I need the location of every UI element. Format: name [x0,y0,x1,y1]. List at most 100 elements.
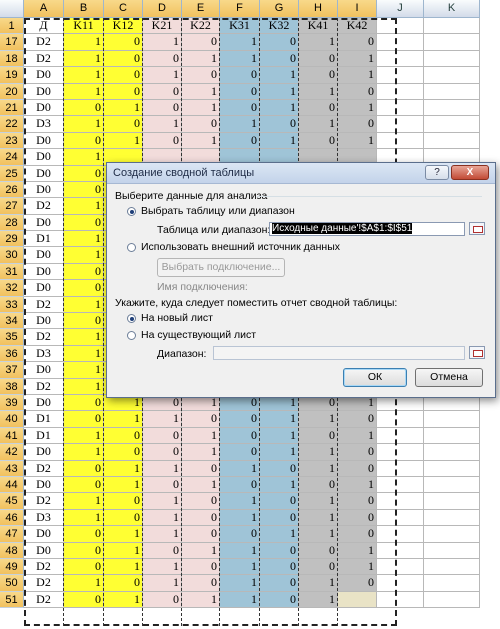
table-cell[interactable]: 0 [299,558,338,576]
table-cell[interactable]: D3 [24,509,64,527]
table-cell[interactable]: D0 [24,362,64,379]
table-cell[interactable]: D0 [24,476,64,494]
radio-select-table[interactable] [127,207,136,216]
table-cell[interactable] [377,476,424,494]
table-cell[interactable] [377,509,424,527]
table-cell[interactable]: 0 [64,476,104,494]
table-cell[interactable]: 1 [104,558,143,576]
table-cell[interactable] [377,83,424,100]
table-cell[interactable]: 1 [220,558,260,576]
table-cell[interactable]: 1 [104,591,143,609]
table-cell[interactable]: 0 [143,427,182,445]
table-cell[interactable]: D0 [24,132,64,150]
table-cell[interactable]: D0 [24,83,64,100]
column-header-a[interactable]: A [24,0,64,18]
table-cell[interactable]: 0 [143,132,182,150]
table-cell[interactable]: 0 [104,575,143,592]
range-picker-icon[interactable] [469,222,485,235]
table-cell[interactable]: 1 [220,591,260,609]
table-cell[interactable]: 1 [220,50,260,68]
radio-external-source[interactable] [127,243,136,252]
header-cell[interactable]: K21 [143,18,182,35]
table-cell[interactable]: 0 [299,132,338,150]
table-cell[interactable]: D2 [24,329,64,346]
radio-external-source-label[interactable]: Использовать внешний источник данных [141,241,340,253]
ok-button[interactable]: ОК [343,368,407,387]
table-cell[interactable]: 0 [64,394,104,412]
table-cell[interactable] [377,444,424,461]
table-cell[interactable]: D0 [24,444,64,461]
table-cell[interactable]: D2 [24,558,64,576]
table-cell[interactable]: 1 [64,362,104,379]
table-cell[interactable]: 0 [143,476,182,494]
table-cell[interactable]: 1 [64,149,104,166]
table-cell[interactable]: 1 [299,116,338,133]
row-header[interactable]: 34 [0,313,24,330]
table-cell[interactable]: 1 [299,444,338,461]
table-cell[interactable]: 0 [260,591,299,609]
table-cell[interactable]: 1 [338,67,377,84]
table-cell[interactable]: 1 [64,34,104,51]
table-cell[interactable]: 0 [220,444,260,461]
table-cell[interactable]: 0 [220,411,260,428]
header-cell[interactable]: K31 [220,18,260,35]
table-cell[interactable]: 1 [260,476,299,494]
table-cell[interactable]: 1 [260,99,299,117]
table-cell[interactable]: 0 [143,444,182,461]
table-cell[interactable]: 0 [182,67,220,84]
table-cell[interactable] [377,132,424,150]
table-cell[interactable]: 1 [220,116,260,133]
table-cell[interactable]: 1 [143,493,182,510]
table-cell[interactable]: 1 [260,411,299,428]
table-cell[interactable] [424,509,480,527]
table-cell[interactable]: 0 [104,116,143,133]
table-cell[interactable]: 1 [104,526,143,543]
column-header-h[interactable]: H [299,0,338,18]
table-cell[interactable]: 0 [260,34,299,51]
radio-new-sheet-label[interactable]: На новый лист [141,312,213,324]
table-cell[interactable] [424,99,480,117]
row-header[interactable]: 50 [0,575,24,592]
table-cell[interactable]: 0 [104,67,143,84]
table-cell[interactable]: 0 [64,214,104,232]
table-cell[interactable]: 1 [338,427,377,445]
column-header-i[interactable]: I [338,0,377,18]
table-cell[interactable]: 1 [64,247,104,264]
table-cell[interactable]: 1 [182,99,220,117]
table-cell[interactable]: D0 [24,149,64,166]
row-header[interactable]: 43 [0,460,24,477]
table-cell[interactable] [377,558,424,576]
table-cell[interactable]: 1 [299,575,338,592]
row-header[interactable]: 31 [0,263,24,281]
table-cell[interactable]: 0 [182,558,220,576]
row-header[interactable]: 18 [0,50,24,68]
table-cell[interactable]: 0 [299,542,338,559]
table-cell[interactable]: 1 [104,132,143,150]
table-cell[interactable]: 1 [64,378,104,395]
table-cell[interactable]: 1 [338,50,377,68]
table-cell[interactable]: D0 [24,280,64,297]
table-cell[interactable]: 0 [260,116,299,133]
table-cell[interactable]: 0 [338,411,377,428]
table-cell[interactable] [377,591,424,609]
table-cell[interactable]: 0 [64,99,104,117]
table-cell[interactable]: 0 [299,427,338,445]
table-cell[interactable]: 1 [220,493,260,510]
range-input[interactable]: Исходные данные'!$A$1:$I$51 [269,222,465,236]
table-cell[interactable]: 1 [260,132,299,150]
table-cell[interactable]: D0 [24,214,64,232]
table-cell[interactable]: 0 [64,558,104,576]
table-cell[interactable] [377,50,424,68]
table-cell[interactable] [424,34,480,51]
table-cell[interactable]: 1 [220,34,260,51]
table-cell[interactable] [377,493,424,510]
row-header[interactable]: 45 [0,493,24,510]
table-cell[interactable]: 0 [260,50,299,68]
table-cell[interactable]: 0 [64,165,104,182]
table-cell[interactable]: 0 [64,591,104,609]
row-header[interactable]: 48 [0,542,24,559]
table-cell[interactable] [377,34,424,51]
table-cell[interactable]: 1 [299,591,338,609]
table-cell[interactable] [377,460,424,477]
table-cell[interactable]: 1 [299,83,338,100]
